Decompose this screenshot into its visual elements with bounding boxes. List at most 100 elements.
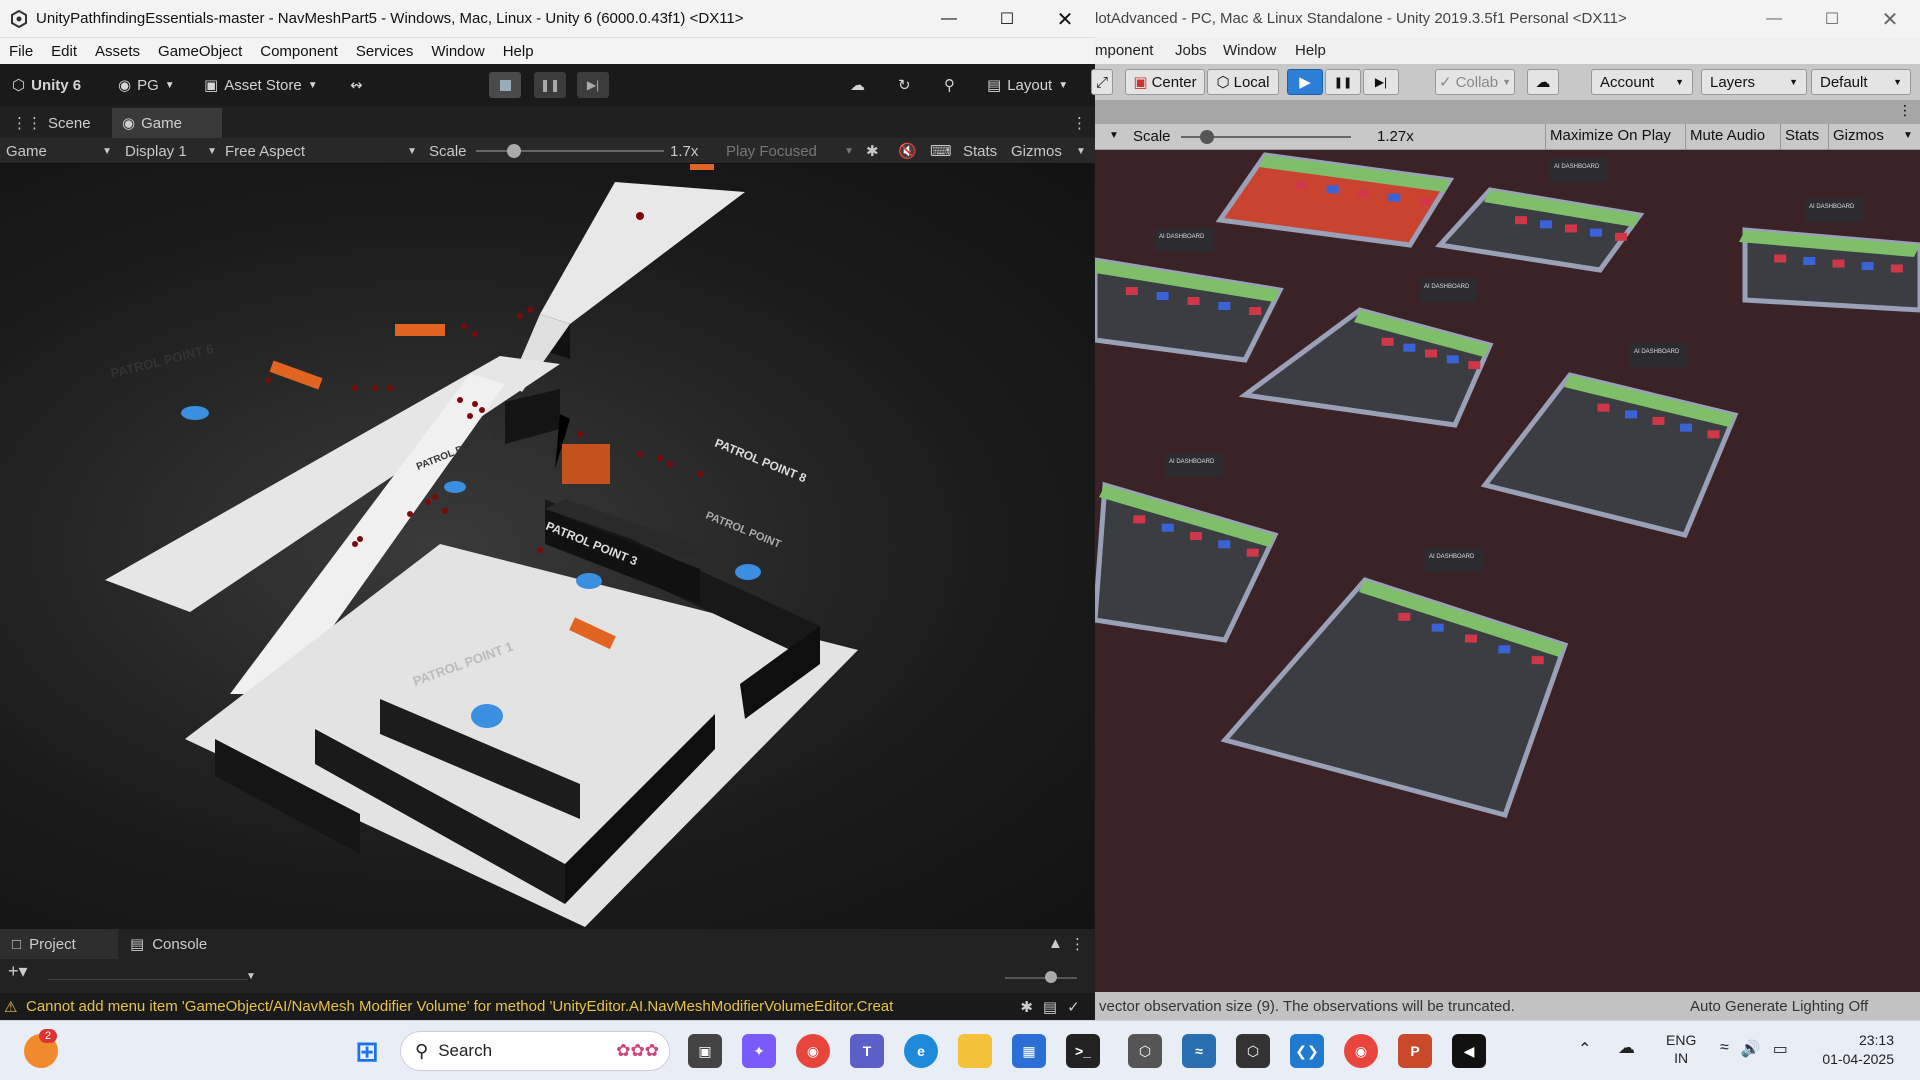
- chrome-icon[interactable]: ◉: [796, 1034, 830, 1068]
- search-icon[interactable]: ⚲: [944, 72, 955, 98]
- cloud-icon[interactable]: ☁: [850, 72, 865, 98]
- gizmos-chevron-down-icon[interactable]: ▼: [1903, 130, 1913, 141]
- powerpoint-icon[interactable]: P: [1398, 1034, 1432, 1068]
- system-tray[interactable]: ≈ 🔊 ▭: [1720, 1039, 1788, 1059]
- menu-window[interactable]: Window: [422, 43, 493, 60]
- menu-services[interactable]: Services: [347, 43, 423, 60]
- collab-dropdown[interactable]: ✓ Collab ▼: [1435, 69, 1515, 95]
- tab-game[interactable]: ◉ Game: [112, 108, 222, 138]
- tab-project[interactable]: □ Project: [0, 929, 118, 959]
- step-button[interactable]: ▶|: [577, 72, 609, 98]
- stats-toggle[interactable]: Stats: [1780, 124, 1823, 150]
- chevron-down-icon[interactable]: ▼: [246, 971, 256, 982]
- chevron-up-icon[interactable]: ⌃: [1578, 1039, 1591, 1059]
- game-view-viewport[interactable]: PATROL POINT 6 PATROL POINT 7 PATROL POI…: [0, 164, 1094, 929]
- lighting-status[interactable]: Auto Generate Lighting Off: [1690, 998, 1868, 1015]
- maximize-button[interactable]: ☐: [978, 0, 1036, 38]
- play-button[interactable]: [489, 72, 521, 98]
- version-control-icon[interactable]: ↭: [350, 72, 363, 98]
- game-view-viewport[interactable]: AI DASHBOARD AI DASHBOARD AI DASHBOARD AI D…: [1095, 150, 1920, 992]
- menu-edit[interactable]: Edit: [42, 43, 86, 60]
- task-view-icon[interactable]: ▣: [688, 1034, 722, 1068]
- scale-slider[interactable]: [1181, 130, 1351, 144]
- pivot-center-button[interactable]: ▣ Center: [1125, 69, 1205, 95]
- asset-store-dropdown[interactable]: ▣ Asset Store ▼: [204, 72, 318, 98]
- chevron-down-icon[interactable]: ▼: [1109, 130, 1119, 141]
- more-menu-icon[interactable]: ⋮: [1898, 102, 1912, 119]
- mute-audio-icon[interactable]: 🔇: [898, 138, 917, 164]
- vscode-icon[interactable]: ❮❯: [1290, 1034, 1324, 1068]
- unity-brand-button[interactable]: ⬡ Unity 6: [12, 72, 81, 98]
- menu-jobs[interactable]: Jobs: [1175, 42, 1207, 59]
- terminal-icon[interactable]: >_: [1066, 1034, 1100, 1068]
- add-button[interactable]: +▾: [8, 961, 28, 982]
- menu-component[interactable]: Component: [251, 43, 347, 60]
- bug-icon[interactable]: ✱: [1020, 998, 1033, 1016]
- unity-icon[interactable]: ⬡: [1236, 1034, 1270, 1068]
- more-menu-icon[interactable]: ⋮: [1062, 108, 1097, 138]
- scale-slider-thumb[interactable]: [1199, 130, 1214, 144]
- copilot-icon[interactable]: ✦: [742, 1034, 776, 1068]
- menu-window[interactable]: Window: [1223, 42, 1276, 59]
- account-dropdown[interactable]: ◉ PG ▼: [118, 72, 175, 98]
- status-message[interactable]: Cannot add menu item 'GameObject/AI/NavM…: [26, 998, 893, 1015]
- tab-scene[interactable]: ⋮⋮ Scene: [2, 108, 101, 138]
- zoom-slider[interactable]: [1005, 971, 1077, 983]
- display-dropdown[interactable]: Display 1 ▼: [125, 138, 217, 164]
- graph-app-icon[interactable]: ≈: [1182, 1034, 1216, 1068]
- windows-start-icon[interactable]: ⊞: [350, 1034, 384, 1068]
- scale-slider-thumb[interactable]: [506, 144, 521, 158]
- cloud-button[interactable]: ☁: [1527, 69, 1559, 95]
- close-button[interactable]: ✕: [1861, 0, 1919, 38]
- unity-hub-icon[interactable]: ⬡: [1128, 1034, 1162, 1068]
- history-icon[interactable]: ↻: [898, 72, 911, 98]
- edge-icon[interactable]: e: [904, 1034, 938, 1068]
- chrome-profile-icon[interactable]: ◉: [1344, 1034, 1378, 1068]
- teams-icon[interactable]: T: [850, 1034, 884, 1068]
- check-icon[interactable]: ✓: [1067, 998, 1080, 1016]
- tab-console[interactable]: ▤ Console: [130, 929, 240, 959]
- bug-icon[interactable]: ✱: [866, 138, 879, 164]
- keyboard-icon[interactable]: ⌨: [930, 138, 952, 164]
- step-button[interactable]: ▶|: [1363, 69, 1399, 95]
- layers-dropdown[interactable]: Layers ▼: [1701, 69, 1807, 95]
- zoom-slider-thumb[interactable]: [1045, 971, 1057, 983]
- more-menu-icon[interactable]: ⋮: [1070, 935, 1085, 953]
- play-button[interactable]: ▶: [1287, 69, 1323, 95]
- menu-help[interactable]: Help: [494, 43, 543, 60]
- gizmos-button[interactable]: Gizmos: [1011, 138, 1062, 164]
- status-message[interactable]: vector observation size (9). The observa…: [1099, 998, 1515, 1015]
- minimize-button[interactable]: —: [920, 0, 978, 38]
- pivot-local-button[interactable]: ⬡ Local: [1207, 69, 1279, 95]
- account-dropdown[interactable]: Account ▼: [1591, 69, 1693, 95]
- gizmos-toggle[interactable]: Gizmos: [1828, 124, 1888, 150]
- layout-dropdown[interactable]: ▤ Layout ▼: [987, 72, 1068, 98]
- store-icon[interactable]: ▦: [1012, 1034, 1046, 1068]
- aspect-dropdown[interactable]: Free Aspect ▼: [225, 138, 417, 164]
- menu-assets[interactable]: Assets: [86, 43, 149, 60]
- gizmos-chevron-down-icon[interactable]: ▼: [1076, 138, 1086, 164]
- play-focused-dropdown[interactable]: Play Focused ▼: [726, 138, 854, 164]
- clock[interactable]: 23:13 01-04-2025: [1818, 1031, 1894, 1069]
- scale-slider[interactable]: [476, 138, 664, 164]
- lock-icon[interactable]: ▲: [1048, 935, 1063, 952]
- onedrive-icon[interactable]: ☁: [1618, 1038, 1635, 1058]
- game-mode-dropdown[interactable]: Game ▼: [6, 138, 112, 164]
- file-explorer-icon[interactable]: [958, 1034, 992, 1068]
- unity-editor-icon[interactable]: ◀: [1452, 1034, 1486, 1068]
- language-indicator[interactable]: ENG IN: [1666, 1031, 1696, 1067]
- stats-button[interactable]: Stats: [963, 138, 997, 164]
- menu-file[interactable]: File: [0, 43, 42, 60]
- menu-component[interactable]: mponent: [1095, 42, 1153, 59]
- mute-audio-toggle[interactable]: Mute Audio: [1685, 124, 1769, 150]
- maximize-on-play-toggle[interactable]: Maximize On Play: [1545, 124, 1675, 150]
- pause-button[interactable]: ❚❚: [1325, 69, 1361, 95]
- rect-tool-button[interactable]: ⤢: [1091, 69, 1113, 95]
- layout-dropdown[interactable]: Default ▼: [1811, 69, 1911, 95]
- minimize-button[interactable]: —: [1745, 0, 1803, 38]
- cache-icon[interactable]: ▤: [1043, 998, 1057, 1016]
- menu-gameobject[interactable]: GameObject: [149, 43, 251, 60]
- close-button[interactable]: ✕: [1036, 0, 1094, 38]
- pause-button[interactable]: ❚❚: [534, 72, 566, 98]
- maximize-button[interactable]: ☐: [1803, 0, 1861, 38]
